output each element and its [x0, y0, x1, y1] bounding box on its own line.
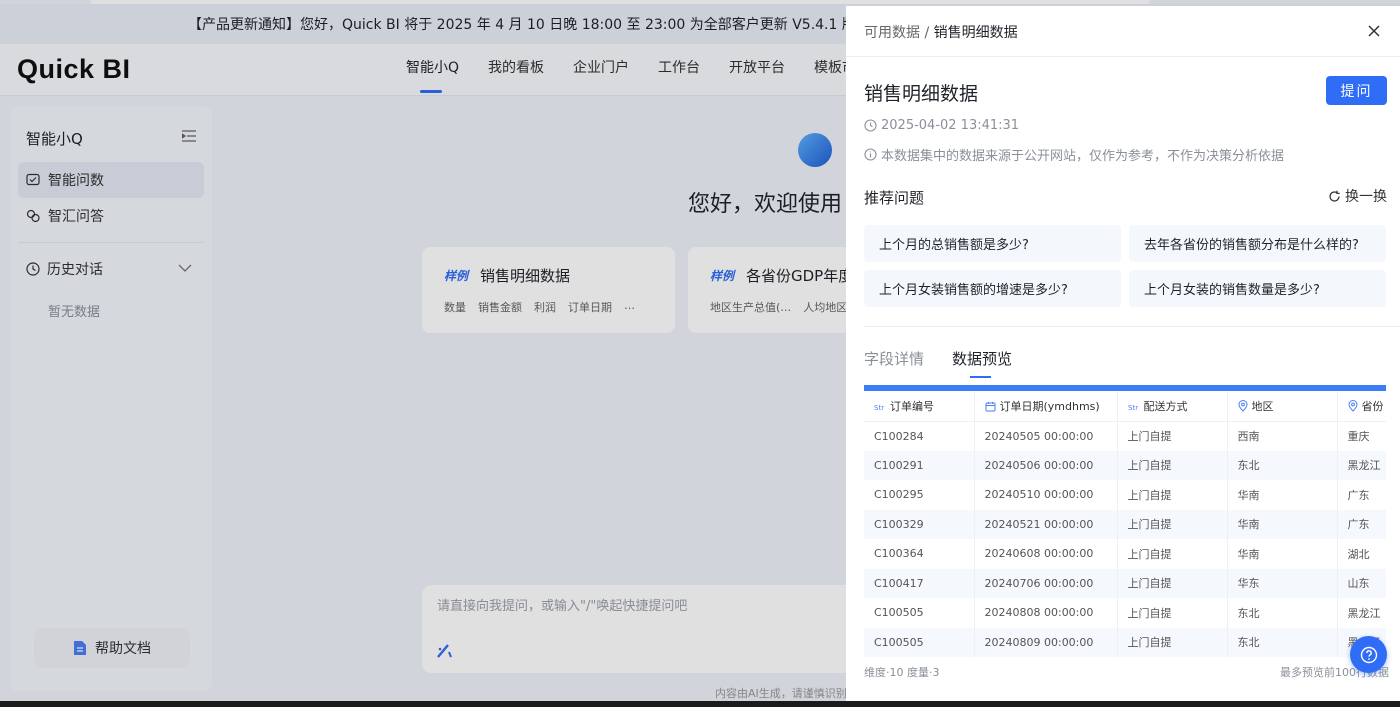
table-cell: C100284 — [864, 421, 975, 451]
table-cell: 东北 — [1227, 598, 1338, 628]
dataset-drawer: 可用数据 / 销售明细数据 销售明细数据 提问 2025-04-02 13:41… — [846, 6, 1400, 701]
table-cell: C100417 — [864, 568, 975, 598]
clock-icon — [864, 119, 877, 132]
data-preview-table: Str 订单编号 订单日期(ymdhms) Str 配送方式 地区 省份 C1002… — [864, 391, 1386, 657]
refresh-questions-button[interactable]: 换一换 — [1328, 186, 1387, 206]
dataset-disclaimer: 本数据集中的数据来源于公开网站，仅作为参考，不作为决策分析依据 — [864, 145, 1284, 164]
table-cell: 上门自提 — [1117, 450, 1228, 480]
text-type-icon: Str — [1128, 404, 1138, 412]
table-row: C100284 20240505 00:00:00 上门自提 西南 重庆 — [864, 421, 1386, 451]
table-cell: 黑龙江 — [1337, 598, 1386, 628]
table-cell: C100329 — [864, 509, 975, 539]
table-row: C100295 20240510 00:00:00 上门自提 华南 广东 — [864, 480, 1386, 510]
table-cell: 20240608 00:00:00 — [974, 539, 1118, 569]
tab-data-preview[interactable]: 数据预览 — [952, 348, 1012, 369]
drawer-header: 可用数据 / 销售明细数据 — [846, 6, 1400, 57]
table-cell: 华南 — [1227, 539, 1338, 569]
recommended-question[interactable]: 上个月女装销售额的增速是多少? — [864, 270, 1121, 307]
table-row: C100364 20240608 00:00:00 上门自提 华南 湖北 — [864, 539, 1386, 569]
table-cell: 20240706 00:00:00 — [974, 568, 1118, 598]
table-cell: 华南 — [1227, 480, 1338, 510]
location-pin-icon — [1237, 399, 1248, 412]
table-cell: C100505 — [864, 627, 975, 657]
table-row: C10050520240809 00:00:00上门自提东北黑龙江 — [864, 627, 1386, 657]
table-cell: C100291 — [864, 450, 975, 480]
column-header[interactable]: 地区 — [1227, 391, 1338, 422]
table-cell: 上门自提 — [1117, 421, 1228, 451]
table-cell: 上门自提 — [1117, 480, 1228, 510]
ask-button[interactable]: 提问 — [1326, 76, 1387, 105]
table-cell: 东北 — [1227, 450, 1338, 480]
table-cell: 20240510 00:00:00 — [974, 480, 1118, 510]
table-cell: 上门自提 — [1117, 568, 1228, 598]
table-cell: 西南 — [1227, 421, 1338, 451]
table-cell: 湖北 — [1337, 539, 1386, 569]
column-header[interactable]: 省份 — [1337, 391, 1386, 422]
timestamp-text: 2025-04-02 13:41:31 — [881, 118, 1020, 133]
table-cell: 上门自提 — [1117, 598, 1228, 628]
table-cell: 20240506 00:00:00 — [974, 450, 1118, 480]
data-preview-table-wrap[interactable]: Str 订单编号 订单日期(ymdhms) Str 配送方式 地区 省份 C1002… — [864, 385, 1386, 657]
table-cell: 20240809 00:00:00 — [974, 627, 1118, 657]
breadcrumb-parent[interactable]: 可用数据 — [864, 25, 920, 41]
table-cell: 上门自提 — [1117, 509, 1228, 539]
calendar-icon — [985, 401, 995, 412]
tab-field-details[interactable]: 字段详情 — [864, 348, 924, 369]
column-header[interactable]: Str 订单编号 — [864, 391, 975, 422]
breadcrumb: 可用数据 / 销售明细数据 — [864, 22, 1018, 42]
table-cell: C100295 — [864, 480, 975, 510]
question-mark-icon — [1360, 646, 1377, 663]
table-row: C100505 20240808 00:00:00 上门自提 东北 黑龙江 — [864, 598, 1386, 628]
recommended-question[interactable]: 上个月的总销售额是多少? — [864, 225, 1121, 262]
recommended-question[interactable]: 去年各省份的销售额分布是什么样的? — [1129, 225, 1386, 262]
breadcrumb-current: 销售明细数据 — [933, 25, 1018, 41]
table-cell: 华南 — [1227, 509, 1338, 539]
refresh-icon — [1329, 190, 1340, 202]
table-cell: 广东 — [1337, 480, 1386, 510]
table-row: C100329 20240521 00:00:00 上门自提 华南 广东 — [864, 509, 1386, 539]
table-cell: 20240521 00:00:00 — [974, 509, 1118, 539]
recommended-question[interactable]: 上个月女装的销售数量是多少? — [1129, 270, 1386, 307]
table-cell: 黑龙江 — [1337, 450, 1386, 480]
table-cell: 上门自提 — [1117, 539, 1228, 569]
table-cell: C100505 — [864, 598, 975, 628]
table-cell: 山东 — [1337, 568, 1386, 598]
disclaimer-text: 本数据集中的数据来源于公开网站，仅作为参考，不作为决策分析依据 — [881, 149, 1285, 164]
table-cell: 20240505 00:00:00 — [974, 421, 1118, 451]
table-cell: 重庆 — [1337, 421, 1386, 451]
refresh-label: 换一换 — [1345, 189, 1387, 205]
svg-text:Str: Str — [1128, 404, 1138, 412]
active-tab-indicator — [970, 376, 991, 378]
table-cell: C100364 — [864, 539, 975, 569]
recommended-questions-title: 推荐问题 — [864, 189, 925, 207]
table-body: C100284 20240505 00:00:00 上门自提 西南 重庆 C100291 2… — [864, 421, 1386, 657]
table-cell: 华东 — [1227, 568, 1338, 598]
table-cell: 上门自提 — [1117, 627, 1228, 657]
window-bottom-edge — [0, 701, 1400, 707]
drawer-divider — [864, 326, 1400, 327]
close-icon[interactable] — [1366, 23, 1382, 39]
dataset-timestamp: 2025-04-02 13:41:31 — [864, 118, 1019, 133]
table-cell: 广东 — [1337, 509, 1386, 539]
dataset-title: 销售明细数据 — [864, 83, 979, 105]
location-pin-icon — [1347, 399, 1358, 412]
text-type-icon: Str — [874, 404, 884, 412]
table-cell: 20240808 00:00:00 — [974, 598, 1118, 628]
svg-text:Str: Str — [874, 404, 884, 412]
table-row: C100291 20240506 00:00:00 上门自提 东北 黑龙江 — [864, 450, 1386, 480]
column-header[interactable]: Str 配送方式 — [1117, 391, 1228, 422]
table-header-row: Str 订单编号 订单日期(ymdhms) Str 配送方式 地区 省份 — [864, 391, 1386, 422]
column-header[interactable]: 订单日期(ymdhms) — [974, 391, 1118, 422]
table-cell: 东北 — [1227, 627, 1338, 657]
table-row: C100417 20240706 00:00:00 上门自提 华东 山东 — [864, 568, 1386, 598]
breadcrumb-separator: / — [920, 25, 934, 41]
dimension-measure-count: 维度·10 度量·3 — [864, 666, 940, 679]
info-icon — [864, 148, 877, 161]
help-floating-button[interactable] — [1350, 636, 1387, 673]
